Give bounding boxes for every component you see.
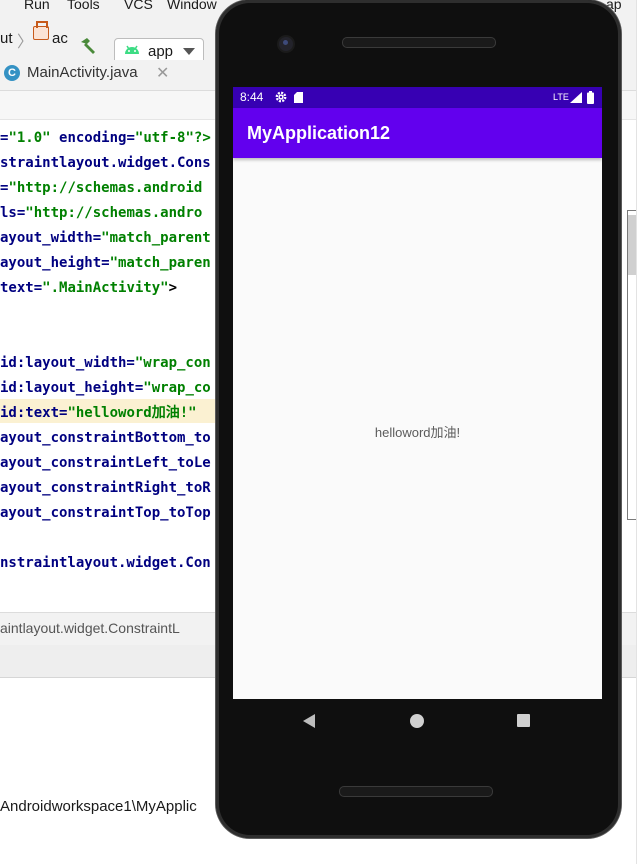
code-line-6: ayout_height="match_paren bbox=[0, 255, 211, 271]
tab-mainactivity[interactable]: MainActivity.java bbox=[27, 64, 138, 81]
top-speaker bbox=[342, 37, 496, 48]
signal-icon bbox=[570, 92, 582, 103]
code-line-7: text=".MainActivity"> bbox=[0, 280, 178, 296]
back-icon[interactable] bbox=[303, 714, 315, 728]
app-bar: MyApplication12 bbox=[233, 108, 602, 158]
code-line-14: ayout_constraintTop_toTop bbox=[0, 505, 211, 521]
menu-tools[interactable]: Tools bbox=[67, 0, 100, 12]
java-class-icon: C bbox=[4, 65, 20, 81]
code-line-9: id:layout_height="wrap_co bbox=[0, 380, 211, 396]
project-path: Androidworkspace1\MyApplic bbox=[0, 798, 197, 815]
home-icon[interactable] bbox=[410, 714, 424, 728]
code-line-3: ="http://schemas.android bbox=[0, 180, 203, 196]
status-time: 8:44 bbox=[240, 90, 264, 104]
code-line-12: ayout_constraintLeft_toLe bbox=[0, 455, 211, 471]
status-bar: 8:44 LTE bbox=[233, 87, 602, 108]
emulator-screen[interactable]: 8:44 LTE MyApplication12 helloword加油! bbox=[233, 87, 602, 699]
hello-textview: helloword加油! bbox=[374, 425, 461, 440]
menu-window[interactable]: Window bbox=[167, 0, 217, 12]
chevron-right-icon: 〉 bbox=[17, 34, 34, 51]
android-icon bbox=[125, 45, 139, 54]
code-line-2: straintlayout.widget.Cons bbox=[0, 155, 211, 171]
code-line-15: nstraintlayout.widget.Con bbox=[0, 555, 211, 571]
crumb-left[interactable]: ut bbox=[0, 30, 13, 47]
app-title: MyApplication12 bbox=[247, 123, 391, 143]
code-line-8: id:layout_width="wrap_con bbox=[0, 355, 211, 371]
close-icon[interactable]: ✕ bbox=[156, 63, 169, 83]
code-line-5: ayout_width="match_parent bbox=[0, 230, 211, 246]
front-camera-icon bbox=[279, 37, 293, 51]
recent-apps-icon[interactable] bbox=[517, 714, 530, 727]
hammer-icon[interactable] bbox=[78, 36, 98, 56]
menu-run[interactable]: Run bbox=[24, 0, 50, 12]
network-type: LTE bbox=[553, 92, 569, 102]
code-line-10: id:text="helloword加油!" bbox=[0, 405, 197, 421]
battery-icon bbox=[587, 91, 594, 104]
scrollbar-thumb[interactable] bbox=[628, 215, 636, 275]
xml-breadcrumb[interactable]: aintlayout.widget.ConstraintL bbox=[0, 620, 180, 636]
code-line-13: ayout_constraintRight_toR bbox=[0, 480, 211, 496]
menu-vcs[interactable]: VCS bbox=[124, 0, 153, 12]
code-line-11: ayout_constraintBottom_to bbox=[0, 430, 211, 446]
code-line-1: ="1.0" encoding="utf-8"?> bbox=[0, 130, 211, 146]
code-line-4: ls="http://schemas.andro bbox=[0, 205, 203, 221]
sd-card-icon bbox=[294, 92, 303, 103]
bottom-speaker bbox=[339, 786, 493, 797]
crumb-file[interactable]: ac bbox=[52, 30, 68, 47]
run-config-label: app bbox=[148, 43, 174, 60]
layout-file-icon bbox=[33, 21, 49, 40]
chevron-down-icon bbox=[183, 48, 195, 55]
gear-icon bbox=[275, 91, 287, 103]
